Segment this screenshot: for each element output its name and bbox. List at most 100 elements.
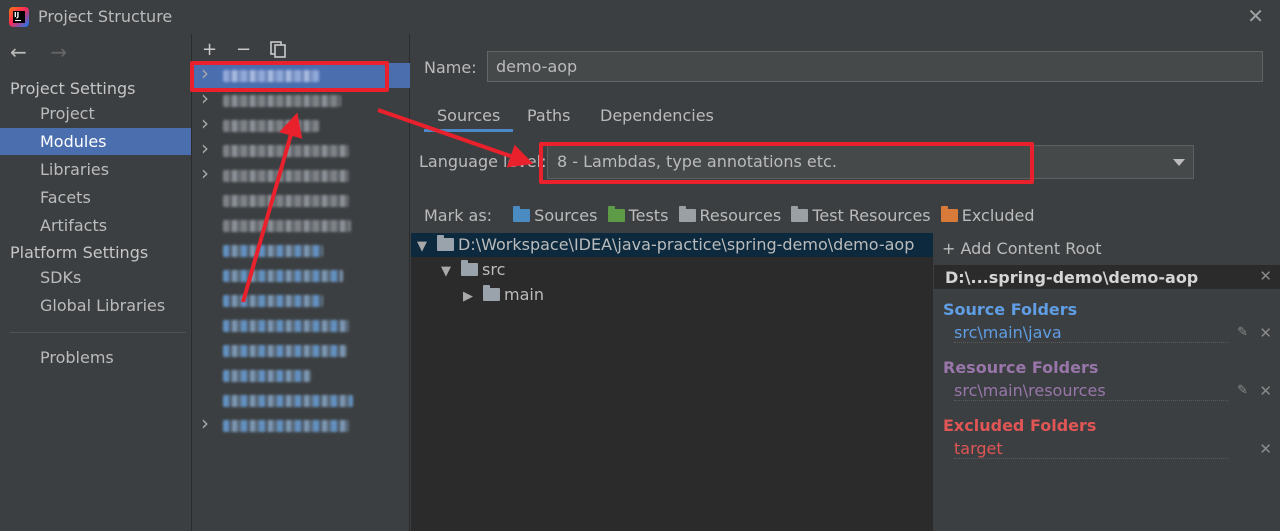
remove-resource-folder-icon[interactable]: ✕ xyxy=(1259,382,1272,400)
content-root-title: D:\...spring-demo\demo-aop xyxy=(945,268,1199,287)
redacted-module-name xyxy=(223,120,319,132)
module-row[interactable] xyxy=(193,338,410,363)
redacted-module-name xyxy=(223,95,341,107)
chevron-right-icon[interactable]: › xyxy=(201,411,209,435)
project-settings-header: Project Settings xyxy=(10,79,136,98)
resources-folder-icon xyxy=(678,206,696,222)
module-row[interactable]: › xyxy=(193,111,410,138)
module-row[interactable]: › xyxy=(193,161,410,188)
module-row[interactable]: › xyxy=(193,411,410,438)
module-row[interactable] xyxy=(193,388,410,413)
nav-item-sdks[interactable]: SDKs xyxy=(0,264,191,291)
redacted-module-name xyxy=(223,170,349,182)
module-row[interactable] xyxy=(193,188,410,213)
nav-item-global-libraries[interactable]: Global Libraries xyxy=(0,292,191,319)
nav-item-artifacts[interactable]: Artifacts xyxy=(0,212,191,239)
edit-icon[interactable]: ✎ xyxy=(1237,325,1248,340)
history-navigation: ← → xyxy=(10,40,84,64)
redacted-module-name xyxy=(223,345,347,357)
redacted-module-name xyxy=(223,420,349,432)
chevron-right-icon[interactable]: ▶ xyxy=(463,289,483,304)
modules-panel: + − › › › › › › xyxy=(193,34,410,531)
module-row[interactable] xyxy=(193,213,410,238)
tree-main-label: main xyxy=(504,285,544,304)
redacted-module-name xyxy=(223,145,349,157)
content-tree: ▼ D:\Workspace\IDEA\java-practice\spring-… xyxy=(411,233,933,531)
module-row[interactable] xyxy=(193,263,410,288)
redacted-module-name xyxy=(223,295,323,307)
back-arrow-icon[interactable]: ← xyxy=(10,40,44,64)
redacted-module-name xyxy=(223,195,349,207)
copy-icon[interactable] xyxy=(270,41,286,63)
mark-as-excluded-button[interactable]: Excluded xyxy=(940,206,1035,225)
chevron-down-icon xyxy=(1173,159,1185,166)
tab-sources[interactable]: Sources xyxy=(424,102,514,132)
nav-divider xyxy=(10,332,186,333)
mark-as-test-resources-button[interactable]: Test Resources xyxy=(791,206,931,225)
module-row[interactable] xyxy=(193,313,410,338)
mark-as-tests-button[interactable]: Tests xyxy=(607,206,668,225)
add-module-button[interactable]: + xyxy=(202,39,217,60)
title-bar: IJ Project Structure ✕ xyxy=(0,0,1280,34)
remove-source-folder-icon[interactable]: ✕ xyxy=(1259,324,1272,342)
tab-paths[interactable]: Paths xyxy=(514,102,583,132)
content-roots-panel: + Add Content Root D:\...spring-demo\dem… xyxy=(934,233,1280,531)
tree-row-root[interactable]: ▼ D:\Workspace\IDEA\java-practice\spring-… xyxy=(411,233,933,257)
resource-folders-title: Resource Folders xyxy=(943,358,1099,377)
module-row[interactable] xyxy=(193,238,410,263)
nav-item-facets[interactable]: Facets xyxy=(0,184,191,211)
redacted-module-name xyxy=(223,220,351,232)
redacted-module-name xyxy=(223,270,343,282)
mark-as-sources-button[interactable]: Sources xyxy=(513,206,597,225)
tree-row-main[interactable]: ▶ main xyxy=(463,285,544,304)
redacted-module-name xyxy=(223,395,353,407)
tests-folder-icon xyxy=(607,206,625,222)
remove-content-root-icon[interactable]: ✕ xyxy=(1259,267,1272,285)
mark-as-label: Mark as: xyxy=(424,206,493,225)
module-row[interactable] xyxy=(193,288,410,313)
chevron-down-icon[interactable]: ▼ xyxy=(441,264,461,279)
module-row[interactable]: › xyxy=(193,136,410,163)
excluded-folder-icon xyxy=(940,206,958,222)
chevron-right-icon[interactable]: › xyxy=(201,111,209,135)
test-resources-folder-icon xyxy=(791,206,809,222)
folder-icon xyxy=(437,235,454,251)
remove-excluded-folder-icon[interactable]: ✕ xyxy=(1259,440,1272,458)
nav-item-modules[interactable]: Modules xyxy=(0,128,191,155)
remove-module-button[interactable]: − xyxy=(236,39,251,60)
forward-arrow-icon[interactable]: → xyxy=(50,40,84,64)
resource-folder-path: src\main\resources xyxy=(954,381,1228,401)
excluded-folders-title: Excluded Folders xyxy=(943,416,1097,435)
name-label: Name: xyxy=(424,58,477,77)
chevron-right-icon[interactable]: › xyxy=(201,161,209,185)
settings-navigation: ← → Project Settings Project Modules Lib… xyxy=(0,34,192,531)
window-title: Project Structure xyxy=(38,7,173,26)
language-level-label: Language level: xyxy=(419,152,547,171)
folder-icon xyxy=(461,260,478,276)
nav-item-project[interactable]: Project xyxy=(0,100,191,127)
redacted-module-name xyxy=(223,245,323,257)
source-folders-title: Source Folders xyxy=(943,300,1078,319)
module-name-field[interactable]: demo-aop xyxy=(487,51,1263,82)
module-detail: Name: demo-aop Sources Paths Dependencie… xyxy=(411,34,1280,531)
annotation-box-module xyxy=(190,61,389,92)
tab-dependencies[interactable]: Dependencies xyxy=(587,102,727,132)
nav-item-problems[interactable]: Problems xyxy=(0,344,191,371)
intellij-idea-icon: IJ xyxy=(9,7,29,27)
nav-item-libraries[interactable]: Libraries xyxy=(0,156,191,183)
content-root-header: D:\...spring-demo\demo-aop ✕ xyxy=(934,265,1280,289)
chevron-right-icon[interactable]: › xyxy=(201,136,209,160)
edit-icon[interactable]: ✎ xyxy=(1237,383,1248,398)
mark-as-resources-button[interactable]: Resources xyxy=(678,206,781,225)
excluded-folder-path: target xyxy=(954,439,1228,459)
module-row[interactable] xyxy=(193,363,410,388)
close-icon[interactable]: ✕ xyxy=(1247,4,1264,28)
chevron-down-icon[interactable]: ▼ xyxy=(417,239,437,254)
tree-row-src[interactable]: ▼ src xyxy=(441,260,505,279)
folder-icon xyxy=(483,285,500,301)
tree-root-path: D:\Workspace\IDEA\java-practice\spring-d… xyxy=(458,235,915,254)
redacted-module-name xyxy=(223,320,349,332)
tree-src-label: src xyxy=(482,260,506,279)
add-content-root-button[interactable]: + Add Content Root xyxy=(942,239,1102,258)
sources-folder-icon xyxy=(513,206,531,222)
